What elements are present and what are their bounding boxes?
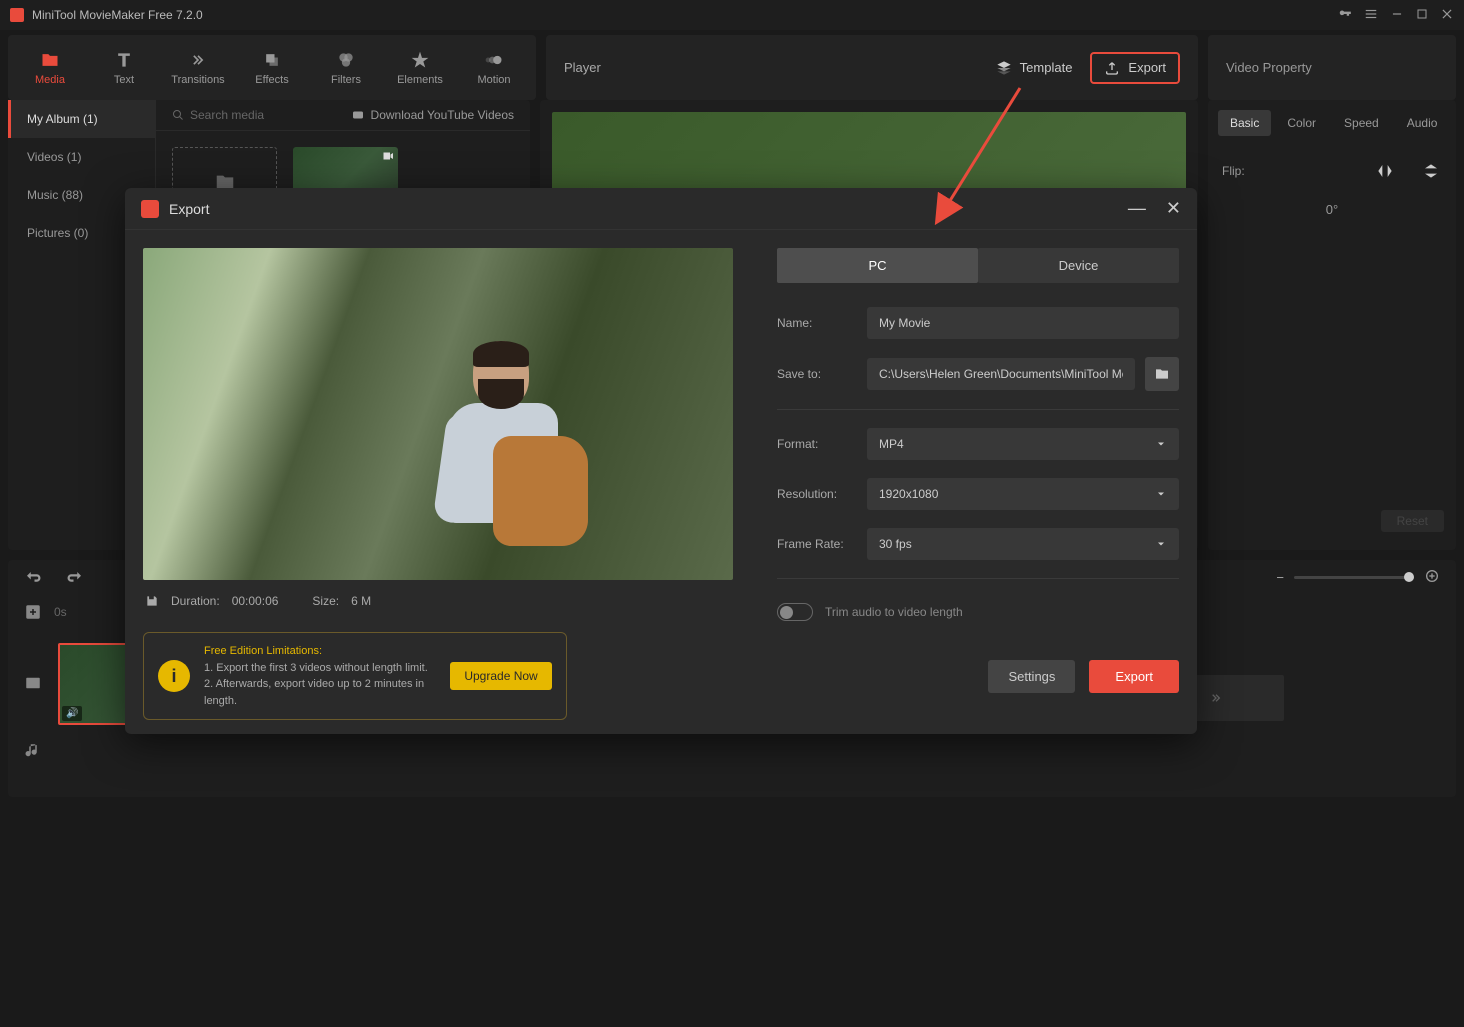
layers-icon: [996, 60, 1012, 76]
tool-elements[interactable]: Elements: [384, 43, 456, 92]
tool-text[interactable]: Text: [88, 43, 160, 92]
flip-horizontal-button[interactable]: [1374, 162, 1396, 180]
prop-tab-color[interactable]: Color: [1275, 110, 1328, 136]
trim-audio-toggle[interactable]: [777, 603, 813, 621]
youtube-icon: [351, 109, 365, 121]
sidebar-item-my-album[interactable]: My Album (1): [8, 100, 155, 138]
framerate-label: Frame Rate:: [777, 537, 857, 551]
export-dialog-icon: [141, 200, 159, 218]
name-label: Name:: [777, 316, 857, 330]
save-to-label: Save to:: [777, 367, 857, 381]
format-label: Format:: [777, 437, 857, 451]
rotation-value: 0°: [1218, 192, 1446, 227]
disk-icon: [145, 594, 159, 608]
chevron-down-icon: [1155, 438, 1167, 450]
maximize-icon[interactable]: [1416, 8, 1428, 23]
minimize-icon[interactable]: [1390, 7, 1404, 24]
duration-value: 00:00:06: [232, 594, 279, 608]
tool-effects[interactable]: Effects: [236, 43, 308, 92]
zoom-fit-button[interactable]: [1424, 568, 1440, 587]
add-track-button[interactable]: [24, 603, 42, 621]
tool-motion[interactable]: Motion: [458, 43, 530, 92]
undo-button[interactable]: [24, 569, 42, 587]
trim-audio-label: Trim audio to video length: [825, 605, 963, 619]
video-property-title: Video Property: [1226, 60, 1312, 75]
sidebar-item-videos[interactable]: Videos (1): [8, 138, 155, 176]
prop-tab-basic[interactable]: Basic: [1218, 110, 1271, 136]
app-icon: [10, 8, 24, 22]
resolution-select[interactable]: 1920x1080: [867, 478, 1179, 510]
limitations-heading: Free Edition Limitations:: [204, 643, 436, 660]
prop-tab-audio[interactable]: Audio: [1395, 110, 1450, 136]
dialog-minimize-button[interactable]: —: [1128, 198, 1146, 219]
browse-folder-button[interactable]: [1145, 357, 1179, 391]
zoom-slider[interactable]: [1294, 576, 1414, 579]
export-preview: [143, 248, 733, 580]
info-icon: i: [158, 660, 190, 692]
upgrade-button[interactable]: Upgrade Now: [450, 662, 551, 690]
folder-icon: [1154, 366, 1170, 382]
app-title: MiniTool MovieMaker Free 7.2.0: [32, 8, 203, 22]
template-button[interactable]: Template: [996, 60, 1073, 76]
resolution-label: Resolution:: [777, 487, 857, 501]
name-input[interactable]: [867, 307, 1179, 339]
close-icon[interactable]: [1440, 7, 1454, 24]
save-to-input[interactable]: [867, 358, 1135, 390]
format-select[interactable]: MP4: [867, 428, 1179, 460]
limitations-line2: 2. Afterwards, export video up to 2 minu…: [204, 676, 436, 709]
duration-label: Duration:: [171, 594, 220, 608]
main-toolbar: Media Text Transitions Effects Filters E…: [8, 35, 536, 100]
framerate-select[interactable]: 30 fps: [867, 528, 1179, 560]
redo-button[interactable]: [66, 569, 84, 587]
tool-media[interactable]: Media: [14, 43, 86, 92]
menu-icon[interactable]: [1364, 7, 1378, 24]
video-indicator-icon: [381, 150, 395, 165]
prop-tab-speed[interactable]: Speed: [1332, 110, 1391, 136]
key-icon[interactable]: [1338, 7, 1352, 24]
export-confirm-button[interactable]: Export: [1089, 660, 1179, 693]
size-value: 6 M: [351, 594, 371, 608]
search-input[interactable]: Search media: [172, 108, 264, 122]
tool-filters[interactable]: Filters: [310, 43, 382, 92]
flip-label: Flip:: [1222, 164, 1245, 178]
chevron-down-icon: [1155, 538, 1167, 550]
tool-transitions[interactable]: Transitions: [162, 43, 234, 92]
dialog-close-button[interactable]: ✕: [1166, 198, 1181, 219]
export-tab-device[interactable]: Device: [978, 248, 1179, 283]
download-youtube-button[interactable]: Download YouTube Videos: [351, 108, 514, 122]
upload-icon: [1104, 60, 1120, 76]
search-icon: [172, 109, 184, 121]
video-track-icon: [24, 674, 48, 695]
player-label: Player: [564, 60, 601, 75]
audio-track-icon: [24, 742, 48, 763]
limitations-line1: 1. Export the first 3 videos without len…: [204, 660, 436, 677]
export-button[interactable]: Export: [1090, 52, 1180, 84]
reset-button[interactable]: Reset: [1381, 510, 1444, 532]
export-tab-pc[interactable]: PC: [777, 248, 978, 283]
limitations-banner: i Free Edition Limitations: 1. Export th…: [143, 632, 567, 720]
timeline-start-label: 0s: [54, 605, 67, 619]
export-dialog-title: Export: [169, 201, 209, 217]
clip-audio-icon[interactable]: 🔊: [62, 706, 82, 721]
settings-button[interactable]: Settings: [988, 660, 1075, 693]
flip-vertical-button[interactable]: [1420, 162, 1442, 180]
size-label: Size:: [312, 594, 339, 608]
chevron-down-icon: [1155, 488, 1167, 500]
zoom-out-button[interactable]: −: [1276, 570, 1284, 585]
export-dialog: Export — ✕ Duration: 00: [125, 188, 1197, 734]
